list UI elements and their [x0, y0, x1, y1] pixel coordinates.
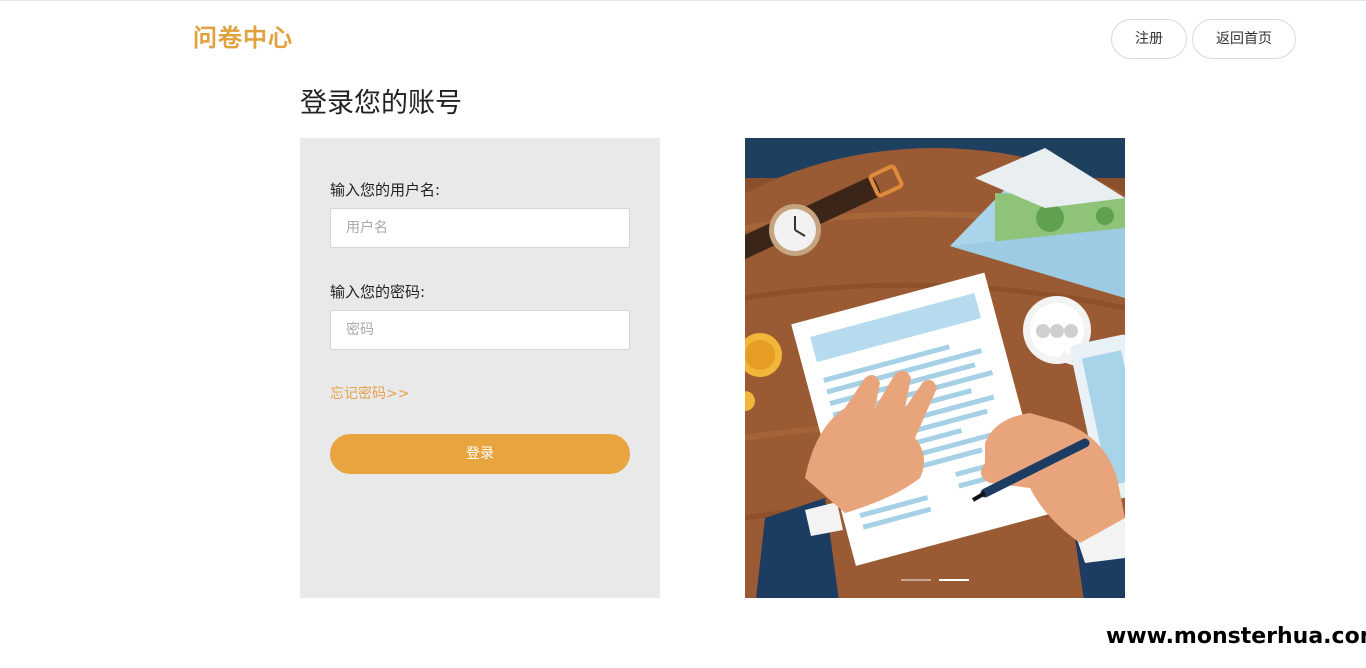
desk-illustration: [745, 138, 1125, 598]
carousel-dot-active[interactable]: [939, 579, 969, 581]
login-button[interactable]: 登录: [330, 434, 630, 474]
watermark-text: www.monsterhua.com: [1106, 624, 1366, 649]
page-title: 登录您的账号: [300, 88, 462, 119]
back-home-button[interactable]: 返回首页: [1192, 19, 1296, 59]
password-label: 输入您的密码:: [330, 283, 426, 301]
carousel-dot[interactable]: [901, 579, 931, 581]
password-input[interactable]: [330, 310, 630, 350]
forgot-password-link[interactable]: 忘记密码>>: [330, 383, 409, 403]
login-form-panel: 输入您的用户名: 输入您的密码: 忘记密码>> 登录: [300, 138, 660, 598]
register-button[interactable]: 注册: [1111, 19, 1187, 59]
username-input[interactable]: [330, 208, 630, 248]
site-logo[interactable]: 问卷中心: [193, 18, 293, 53]
username-label: 输入您的用户名:: [330, 181, 441, 199]
banner-carousel[interactable]: [745, 138, 1125, 598]
